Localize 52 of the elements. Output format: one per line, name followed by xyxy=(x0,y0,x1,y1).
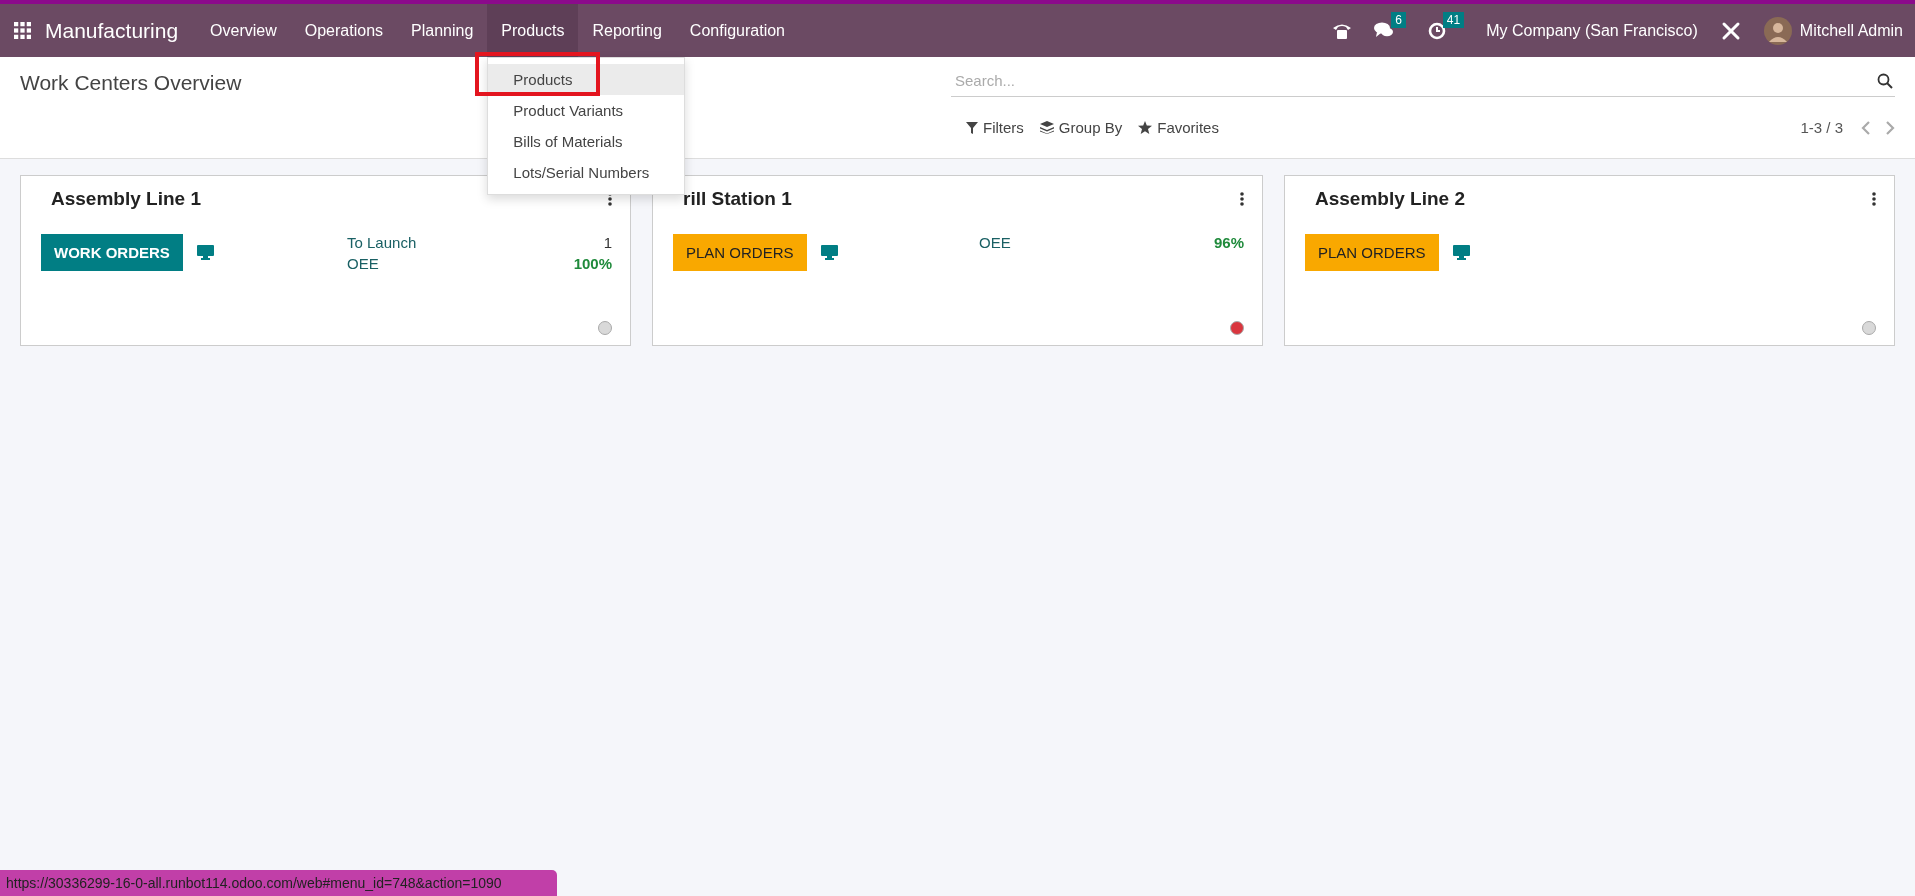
apps-grid-icon[interactable] xyxy=(14,22,31,39)
stat-label[interactable]: To Launch xyxy=(347,234,417,251)
chat-icon[interactable] xyxy=(1374,22,1395,39)
nav-menu-item[interactable]: Operations xyxy=(290,4,398,57)
filters-button[interactable]: Filters xyxy=(966,119,1024,136)
status-bar-url: https://30336299-16-0-all.runbot114.odoo.com/web#menu_id=748&action=1090 xyxy=(0,870,557,896)
card-title[interactable]: Assembly Line 1 xyxy=(51,188,201,210)
stat-value: 100% xyxy=(573,255,612,272)
filter-icon xyxy=(966,121,978,134)
card-title[interactable]: Assembly Line 2 xyxy=(1315,188,1465,210)
star-icon xyxy=(1138,121,1153,134)
stat-label[interactable]: OEE xyxy=(347,255,379,272)
card-action-button[interactable]: PLAN ORDERS xyxy=(1305,234,1439,271)
card-title[interactable]: rill Station 1 xyxy=(683,188,792,210)
app-name[interactable]: Manufacturing xyxy=(45,18,179,43)
status-dot[interactable] xyxy=(1230,321,1244,335)
activity-count-badge: 41 xyxy=(1442,11,1465,28)
nav-menu-item[interactable]: Reporting xyxy=(578,4,676,57)
company-switcher[interactable]: My Company (San Francisco) xyxy=(1486,21,1698,40)
user-avatar[interactable] xyxy=(1763,16,1792,45)
search-icon[interactable] xyxy=(1877,72,1893,89)
stat-label[interactable]: OEE xyxy=(979,234,1011,251)
search-input[interactable]: Search... xyxy=(953,71,1877,90)
search-field[interactable]: Search... xyxy=(951,67,1895,97)
nav-menu-item[interactable]: Planning xyxy=(397,4,488,57)
group-by-button[interactable]: Group By xyxy=(1039,119,1123,136)
nav-menu-item[interactable]: Configuration xyxy=(675,4,799,57)
stat-value: 1 xyxy=(603,234,612,251)
monitor-icon[interactable] xyxy=(820,245,838,260)
layers-icon xyxy=(1039,121,1054,134)
status-dot[interactable] xyxy=(1862,321,1876,335)
favorites-button[interactable]: Favorites xyxy=(1138,119,1219,136)
dropdown-item[interactable]: Lots/Serial Numbers xyxy=(488,157,685,188)
nav-menu-item[interactable]: Products xyxy=(487,4,579,57)
page-title: Work Centers Overview xyxy=(20,71,242,95)
dropdown-item[interactable]: Bills of Materials xyxy=(488,126,685,157)
message-count-badge: 6 xyxy=(1391,12,1406,28)
pager-text: 1-3 / 3 xyxy=(1800,119,1843,136)
card-action-button[interactable]: WORK ORDERS xyxy=(41,234,183,271)
user-name[interactable]: Mitchell Admin xyxy=(1799,21,1903,40)
card-action-button[interactable]: PLAN ORDERS xyxy=(673,234,807,271)
kebab-menu-icon[interactable] xyxy=(608,192,612,206)
stat-value: 96% xyxy=(1213,234,1244,251)
kebab-menu-icon[interactable] xyxy=(1872,192,1876,206)
kebab-menu-icon[interactable] xyxy=(1240,192,1244,206)
dropdown-item[interactable]: Products xyxy=(488,64,685,95)
monitor-icon[interactable] xyxy=(1452,245,1470,260)
dropdown-item[interactable]: Product Variants xyxy=(488,95,685,126)
monitor-icon[interactable] xyxy=(196,245,214,260)
nav-menu-item[interactable]: Overview xyxy=(196,4,291,57)
status-dot[interactable] xyxy=(598,321,612,335)
clock-icon[interactable] xyxy=(1427,21,1446,40)
